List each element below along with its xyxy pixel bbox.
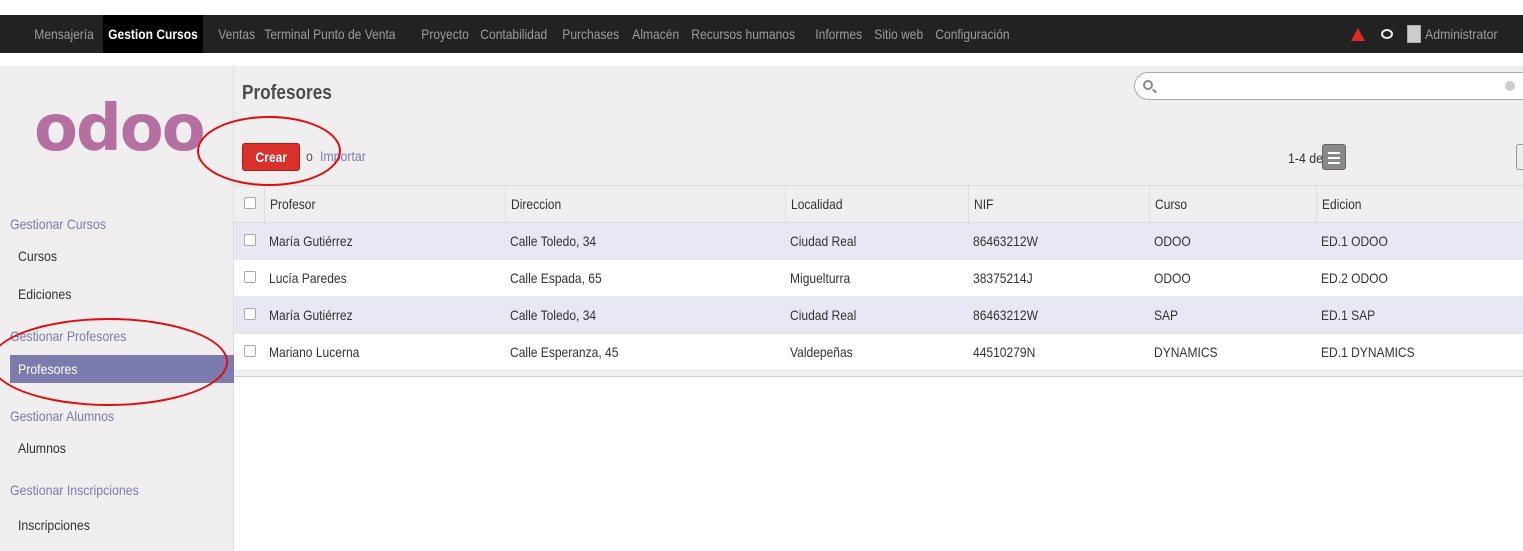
- annotation-ellipse-profesores: [0, 318, 228, 406]
- cell-nif: 86463212W: [973, 306, 1038, 323]
- chat-icon[interactable]: [1381, 29, 1393, 39]
- cell-profesor: María Gutiérrez: [269, 232, 353, 249]
- table-row[interactable]: María Gutiérrez Calle Toledo, 34 Ciudad …: [234, 222, 1523, 260]
- table-row[interactable]: Lucía Paredes Calle Espada, 65 Migueltur…: [234, 259, 1523, 297]
- top-menu: Mensajería Gestion Cursos Ventas Termina…: [0, 15, 1523, 53]
- sidebar-header-gestionar-alumnos: Gestionar Alumnos: [10, 408, 115, 424]
- cell-nif: 86463212W: [973, 232, 1038, 249]
- cell-localidad: Valdepeñas: [790, 343, 853, 360]
- cell-profesor: María Gutiérrez: [269, 306, 353, 323]
- cell-edicion: ED.1 SAP: [1321, 306, 1376, 323]
- column-header-profesor[interactable]: Profesor: [263, 186, 505, 223]
- search-icon: [1143, 80, 1153, 90]
- menu-item-ventas[interactable]: Ventas: [214, 15, 259, 53]
- cell-nif: 38375214J: [973, 269, 1033, 286]
- cell-direccion: Calle Toledo, 34: [510, 232, 597, 249]
- table-header-row: Profesor Direccion Localidad NIF Curso E…: [234, 186, 1523, 223]
- sidebar: odoo Gestionar Cursos Cursos Ediciones G…: [0, 66, 234, 551]
- cell-edicion: ED.2 ODOO: [1321, 269, 1388, 286]
- menu-item-gestion-cursos[interactable]: Gestion Cursos: [103, 15, 204, 53]
- cell-direccion: Calle Esperanza, 45: [510, 343, 619, 360]
- select-all-checkbox[interactable]: [244, 196, 256, 209]
- top-navbar: Mensajería Gestion Cursos Ventas Termina…: [0, 0, 1523, 66]
- menu-item-proyecto[interactable]: Proyecto: [417, 15, 473, 53]
- column-header-nif[interactable]: NIF: [967, 186, 1149, 223]
- warning-icon[interactable]: [1351, 27, 1365, 41]
- table-footer: [234, 370, 1523, 377]
- sidebar-item-alumnos[interactable]: Alumnos: [18, 440, 66, 456]
- menu-item-terminal-punto-de-venta[interactable]: Terminal Punto de Venta: [260, 15, 400, 53]
- cell-curso: DYNAMICS: [1154, 343, 1218, 360]
- clear-icon[interactable]: [1505, 81, 1515, 91]
- row-checkbox[interactable]: [244, 344, 256, 357]
- cell-direccion: Calle Toledo, 34: [510, 306, 597, 323]
- row-checkbox[interactable]: [244, 233, 256, 246]
- page-title: Profesores: [242, 82, 332, 104]
- cell-profesor: Mariano Lucerna: [269, 343, 360, 360]
- column-header-edicion[interactable]: Edicion: [1315, 186, 1523, 223]
- column-header-localidad[interactable]: Localidad: [784, 186, 968, 223]
- list-view: Profesor Direccion Localidad NIF Curso E…: [234, 186, 1523, 377]
- sidebar-item-cursos[interactable]: Cursos: [18, 248, 57, 264]
- search-input[interactable]: [1134, 72, 1523, 100]
- menu-item-sitio-web[interactable]: Sitio web: [870, 15, 927, 53]
- menu-item-configuracion[interactable]: Configuración: [931, 15, 1014, 53]
- row-checkbox[interactable]: [244, 270, 256, 283]
- cell-curso: ODOO: [1154, 269, 1191, 286]
- menu-item-informes[interactable]: Informes: [811, 15, 866, 53]
- sidebar-item-ediciones[interactable]: Ediciones: [18, 286, 71, 302]
- menu-item-contabilidad[interactable]: Contabilidad: [476, 15, 552, 53]
- top-right-tools: Administrator: [1351, 15, 1523, 53]
- menu-item-mensajeria[interactable]: Mensajería: [30, 15, 98, 53]
- cell-profesor: Lucía Paredes: [269, 269, 347, 286]
- column-header-direccion[interactable]: Direccion: [504, 186, 785, 223]
- annotation-ellipse-create: [197, 116, 341, 186]
- table-row[interactable]: Mariano Lucerna Calle Esperanza, 45 Vald…: [234, 333, 1523, 371]
- avatar[interactable]: [1407, 25, 1421, 43]
- cell-curso: SAP: [1154, 306, 1179, 323]
- column-header-curso[interactable]: Curso: [1148, 186, 1316, 223]
- cell-curso: ODOO: [1154, 232, 1191, 249]
- cell-localidad: Ciudad Real: [790, 232, 857, 249]
- table-row[interactable]: María Gutiérrez Calle Toledo, 34 Ciudad …: [234, 296, 1523, 334]
- cell-direccion: Calle Espada, 65: [510, 269, 602, 286]
- menu-item-purchases[interactable]: Purchases: [558, 15, 623, 53]
- list-view-button[interactable]: [1322, 144, 1346, 170]
- control-panel: Profesores Crear o Importar 1-4 de 4: [234, 66, 1523, 186]
- user-menu[interactable]: Administrator: [1425, 26, 1511, 42]
- sidebar-header-gestionar-inscripciones: Gestionar Inscripciones: [10, 482, 139, 498]
- kanban-view-button[interactable]: [1516, 144, 1523, 170]
- sidebar-header-gestionar-cursos: Gestionar Cursos: [10, 216, 106, 232]
- cell-localidad: Miguelturra: [790, 269, 851, 286]
- cell-localidad: Ciudad Real: [790, 306, 857, 323]
- row-checkbox[interactable]: [244, 307, 256, 320]
- sidebar-item-inscripciones[interactable]: Inscripciones: [18, 517, 90, 533]
- cell-nif: 44510279N: [973, 343, 1036, 360]
- profesores-table: Profesor Direccion Localidad NIF Curso E…: [234, 186, 1523, 371]
- cell-edicion: ED.1 ODOO: [1321, 232, 1388, 249]
- odoo-logo[interactable]: odoo: [34, 92, 206, 166]
- menu-item-recursos-humanos[interactable]: Recursos humanos: [687, 15, 799, 53]
- select-all-header[interactable]: [234, 186, 264, 223]
- cell-edicion: ED.1 DYNAMICS: [1321, 343, 1415, 360]
- menu-item-almacen[interactable]: Almacén: [628, 15, 683, 53]
